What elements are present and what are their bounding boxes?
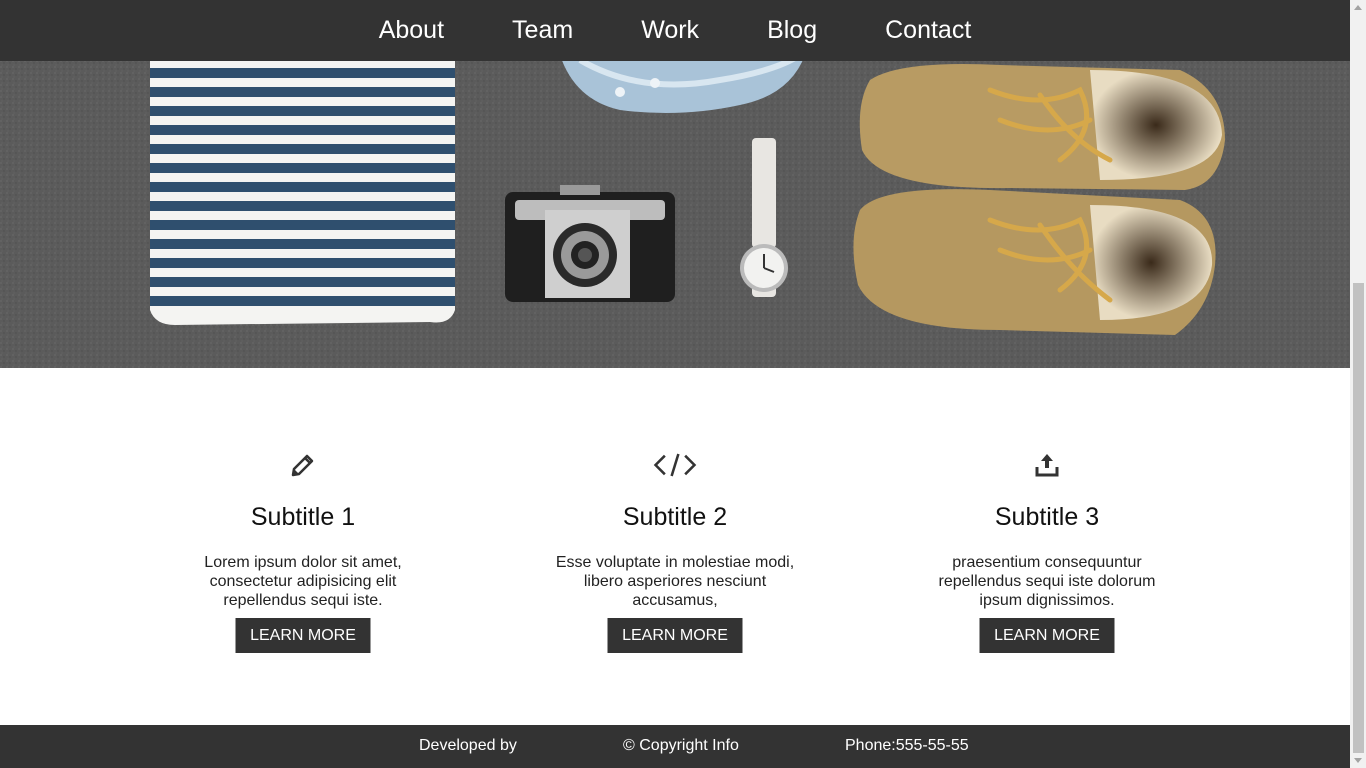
vertical-scrollbar[interactable] (1350, 0, 1366, 768)
learn-more-button[interactable]: LEARN MORE (979, 618, 1115, 653)
scrollbar-thumb[interactable] (1353, 283, 1364, 753)
nav-link-team[interactable]: Team (512, 16, 573, 44)
nav-link-blog[interactable]: Blog (767, 16, 817, 44)
top-navigation: About Team Work Blog Contact (0, 0, 1350, 61)
service-title: Subtitle 2 (622, 503, 728, 531)
upload-icon (1025, 448, 1069, 482)
nav-link-contact[interactable]: Contact (885, 16, 971, 44)
pencil-icon (281, 448, 325, 482)
scroll-up-arrow-icon[interactable] (1354, 5, 1362, 10)
service-title: Subtitle 3 (994, 503, 1100, 531)
footer-phone: Phone:555-55-55 (845, 737, 969, 754)
footer-developed-by: Developed by (419, 737, 517, 754)
learn-more-button[interactable]: LEARN MORE (235, 618, 371, 653)
footer-copyright: © Copyright Info (623, 737, 739, 754)
service-title: Subtitle 1 (250, 503, 356, 531)
footer: Developed by © Copyright Info Phone:555-… (0, 725, 1350, 768)
nav-link-about[interactable]: About (379, 16, 444, 44)
learn-more-button[interactable]: LEARN MORE (607, 618, 743, 653)
service-description: Esse voluptate in molestiae modi, libero… (555, 554, 795, 609)
services-section: Subtitle 1 Lorem ipsum dolor sit amet, c… (0, 368, 1350, 725)
service-description: praesentium consequuntur repellendus seq… (938, 554, 1156, 609)
service-description: Lorem ipsum dolor sit amet, consectetur … (204, 554, 402, 609)
scroll-down-arrow-icon[interactable] (1354, 758, 1362, 763)
page: About Team Work Blog Contact Subtitle 1 … (0, 0, 1350, 768)
code-icon (653, 448, 697, 482)
nav-link-work[interactable]: Work (641, 16, 699, 44)
